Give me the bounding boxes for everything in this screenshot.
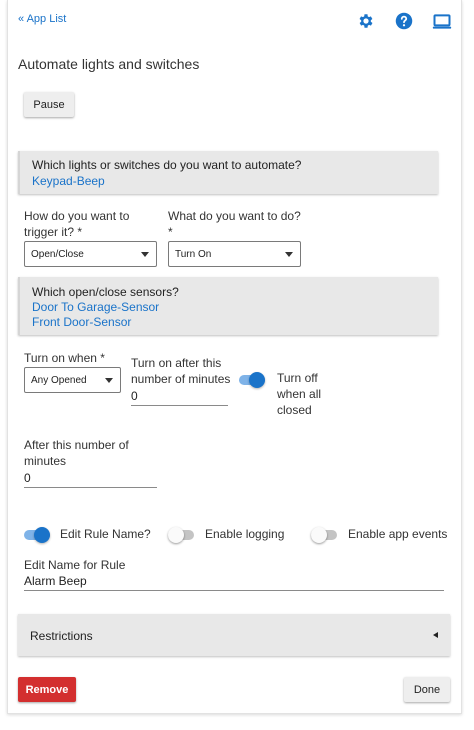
page-title: Automate lights and switches (18, 56, 200, 72)
pause-button[interactable]: Pause (24, 92, 74, 117)
turn-off-label: Turn off when all closed (277, 371, 322, 417)
trigger-label: How do you want to trigger it? * (24, 209, 130, 239)
help-icon[interactable] (395, 10, 415, 32)
turn-on-when-label: Turn on when * (24, 351, 105, 365)
turn-off-toggle[interactable] (239, 372, 265, 388)
done-button[interactable]: Done (404, 677, 450, 702)
laptop-icon[interactable] (432, 10, 454, 32)
toggle-knob (34, 527, 50, 543)
switches-panel[interactable]: Which lights or switches do you want to … (18, 151, 438, 194)
turn-on-when-selected-value: Any Opened (31, 374, 87, 386)
action-label: What do you want to do? * (168, 209, 301, 239)
turn-on-after-input[interactable]: 0 (131, 388, 228, 406)
turn-on-after-label: Turn on after this number of minutes (131, 356, 231, 386)
enable-logging-label: Enable logging (205, 527, 285, 541)
sensors-panel[interactable]: Which open/close sensors? Door To Garage… (18, 277, 438, 335)
switches-value[interactable]: Keypad-Beep (32, 174, 105, 188)
chevron-down-icon (141, 252, 149, 257)
chevron-down-icon (105, 378, 113, 383)
sensor-item[interactable]: Door To Garage-Sensor (32, 300, 159, 314)
after-minutes-input[interactable]: 0 (24, 470, 157, 488)
toggle-knob (168, 527, 184, 543)
rule-name-label: Edit Name for Rule (24, 558, 126, 572)
action-select[interactable]: Turn On (168, 241, 301, 267)
toggle-knob (249, 372, 265, 388)
trigger-selected-value: Open/Close (31, 248, 84, 260)
gear-icon[interactable] (357, 10, 377, 32)
restrictions-section[interactable]: Restrictions (18, 614, 450, 656)
back-to-app-list-link[interactable]: « App List (18, 13, 66, 25)
after-minutes-label: After this number of minutes (24, 438, 129, 468)
sensor-item[interactable]: Front Door-Sensor (32, 315, 131, 329)
rule-name-input[interactable]: Alarm Beep (24, 573, 444, 591)
remove-button[interactable]: Remove (18, 677, 76, 702)
enable-app-events-toggle[interactable] (311, 527, 337, 543)
enable-logging-toggle[interactable] (168, 527, 194, 543)
turn-on-when-select[interactable]: Any Opened (24, 367, 121, 393)
restrictions-label: Restrictions (30, 629, 93, 643)
edit-rule-name-toggle[interactable] (24, 527, 50, 543)
trigger-select[interactable]: Open/Close (24, 241, 157, 267)
caret-left-icon (433, 632, 438, 638)
action-selected-value: Turn On (175, 248, 212, 260)
sensors-question: Which open/close sensors? (32, 285, 179, 299)
edit-rule-name-label: Edit Rule Name? (60, 527, 151, 541)
switches-question: Which lights or switches do you want to … (32, 158, 302, 172)
enable-app-events-label: Enable app events (348, 527, 448, 541)
chevron-down-icon (285, 252, 293, 257)
toggle-knob (311, 527, 327, 543)
